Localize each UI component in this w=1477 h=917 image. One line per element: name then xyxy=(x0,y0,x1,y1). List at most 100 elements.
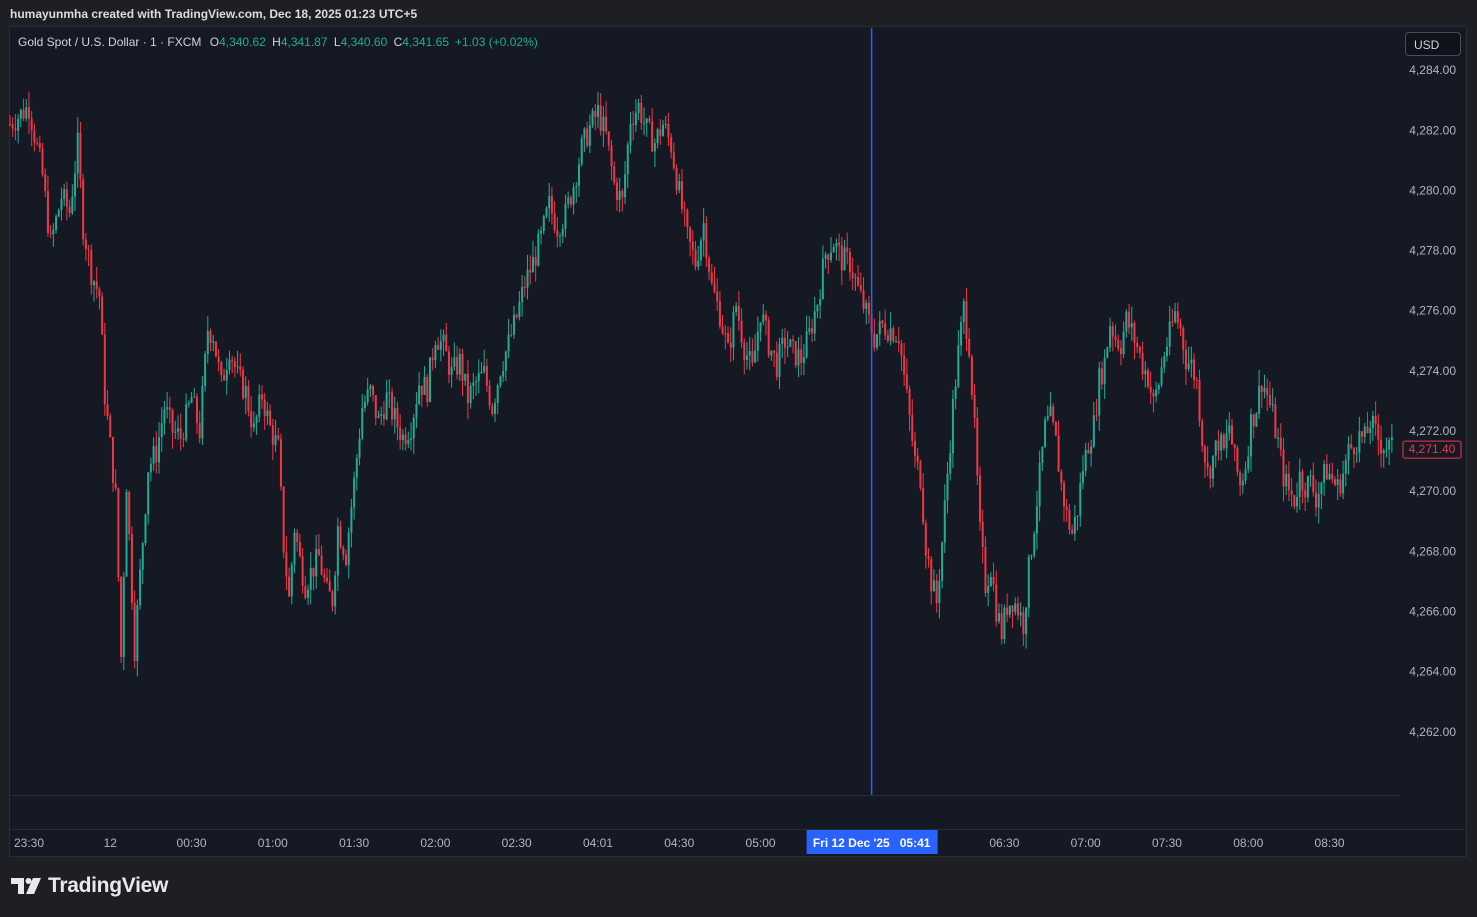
time-tick-label: 07:30 xyxy=(1152,836,1182,850)
candle-body xyxy=(293,532,296,565)
candle-body xyxy=(38,143,41,149)
candle-body xyxy=(426,376,429,402)
high-label: H xyxy=(272,35,281,49)
candle-body xyxy=(729,342,732,348)
candle-body xyxy=(667,124,670,138)
currency-button[interactable]: USD xyxy=(1405,32,1461,56)
candle-body xyxy=(773,350,776,353)
candle-body xyxy=(1309,475,1312,477)
candle-body xyxy=(30,118,33,131)
candle-body xyxy=(989,576,992,586)
candle-body xyxy=(987,585,990,593)
candle-body xyxy=(323,574,326,578)
candle-body xyxy=(1323,464,1326,483)
candle-body xyxy=(144,514,147,544)
candle-body xyxy=(136,605,139,661)
candle-body xyxy=(1103,357,1106,385)
candle-body xyxy=(74,173,77,197)
candle-body xyxy=(193,396,196,398)
candle-body xyxy=(1147,370,1150,387)
candle-body xyxy=(1382,450,1385,454)
candle-body xyxy=(829,252,832,261)
candle-body xyxy=(14,128,17,131)
candle-body xyxy=(1385,449,1388,451)
candle-body xyxy=(889,328,892,341)
candle-body xyxy=(125,492,128,577)
candle-body xyxy=(158,437,161,463)
candle-body xyxy=(754,350,757,363)
candle-body xyxy=(1111,326,1114,337)
candle-body xyxy=(745,355,748,360)
candle-body xyxy=(691,241,694,250)
candle-body xyxy=(233,361,236,368)
candlestick-chart[interactable]: 4,284.00 4,282.00 4,280.00 4,278.00 4,276.00… xyxy=(0,0,1477,917)
candle-body xyxy=(1133,323,1136,343)
candle-body xyxy=(1011,605,1014,613)
candle-body xyxy=(1149,386,1152,393)
candle-body xyxy=(1287,473,1290,491)
candle-body xyxy=(954,386,957,399)
tradingview-logo-icon xyxy=(11,878,41,894)
candle-body xyxy=(578,164,581,186)
candle-body xyxy=(206,331,209,354)
candle-body xyxy=(296,532,299,542)
candle-body xyxy=(1306,476,1309,498)
candle-body xyxy=(404,434,407,445)
time-tick-label: 06:30 xyxy=(989,836,1019,850)
candle-body xyxy=(808,328,811,332)
candle-body xyxy=(694,249,697,267)
candle-body xyxy=(1000,613,1003,640)
candle-body xyxy=(171,409,174,433)
candle-body xyxy=(1325,464,1328,480)
time-tick-label: 08:30 xyxy=(1315,836,1345,850)
candle-body xyxy=(680,180,683,210)
candle-body xyxy=(613,166,616,183)
candle-body xyxy=(1049,406,1052,417)
candle-body xyxy=(236,366,239,368)
candle-body xyxy=(301,556,304,586)
candle-body xyxy=(290,564,293,597)
candle-body xyxy=(82,179,85,240)
candle-body xyxy=(995,584,998,622)
candle-body xyxy=(716,291,719,302)
candle-body xyxy=(775,352,778,378)
low-label: L xyxy=(333,35,341,49)
candle-body xyxy=(965,301,968,339)
candle-body xyxy=(708,257,711,273)
candle-body xyxy=(453,357,456,367)
candle-body xyxy=(1285,473,1288,487)
candle-body xyxy=(819,298,822,306)
candle-body xyxy=(1212,455,1215,479)
candle-body xyxy=(979,475,982,522)
candle-body xyxy=(212,341,215,344)
price-tick-label: 4,284.00 xyxy=(1409,63,1456,77)
candle-body xyxy=(483,366,486,372)
candle-body xyxy=(60,198,63,210)
candle-body xyxy=(1157,385,1160,390)
candle-body xyxy=(185,404,188,440)
candle-body xyxy=(334,575,337,607)
candle-body xyxy=(187,402,190,405)
candle-body xyxy=(569,197,572,205)
candle-body xyxy=(372,385,375,396)
candle-body xyxy=(1155,389,1158,397)
candle-body xyxy=(258,394,261,417)
candle-body xyxy=(564,203,567,229)
candle-body xyxy=(1171,321,1174,323)
crosshair-time-label: Fri 12 Dec '25 05:41 xyxy=(806,830,938,854)
candle-body xyxy=(913,440,916,456)
candle-body xyxy=(114,482,117,489)
candle-body xyxy=(838,242,841,246)
candle-body xyxy=(1266,387,1269,396)
candle-body xyxy=(133,603,136,661)
candle-body xyxy=(783,337,786,348)
candle-body xyxy=(288,576,291,597)
candle-body xyxy=(653,143,656,152)
candle-body xyxy=(1184,349,1187,370)
candle-body xyxy=(1350,444,1353,449)
candle-body xyxy=(358,438,361,459)
candle-body xyxy=(456,357,459,375)
candle-body xyxy=(778,343,781,378)
candle-body xyxy=(1236,447,1239,473)
candle-body xyxy=(854,277,857,279)
